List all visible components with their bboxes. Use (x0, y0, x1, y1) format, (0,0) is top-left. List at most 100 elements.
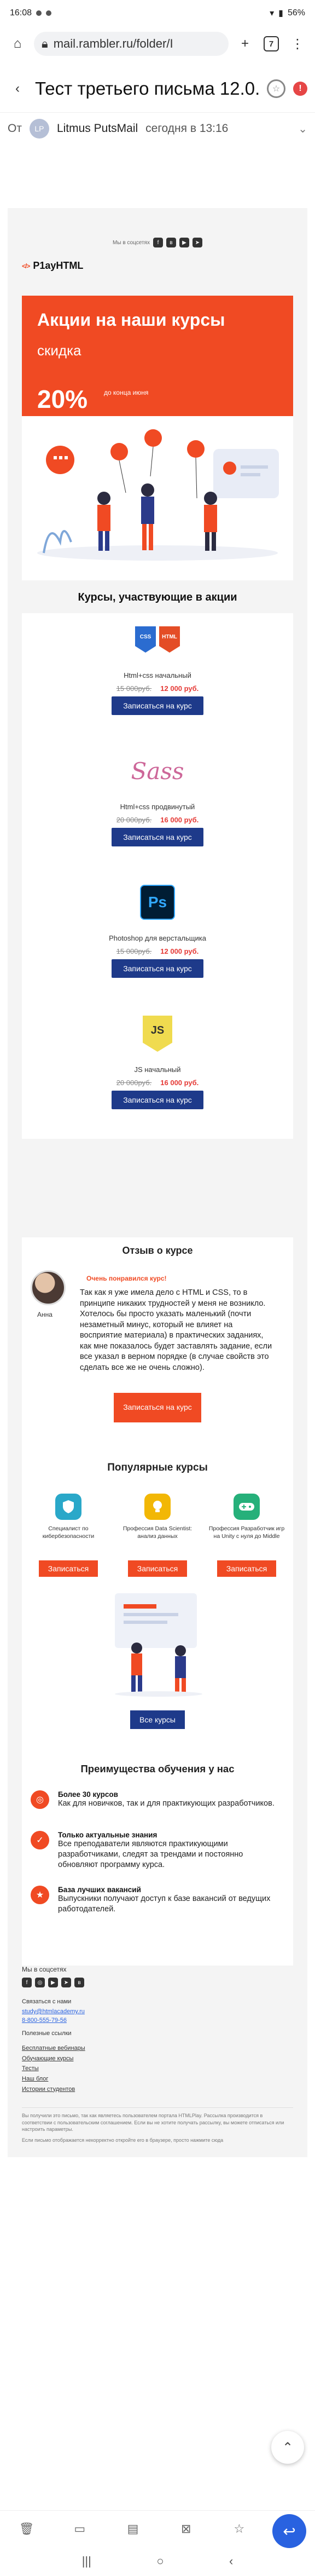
advantage-desc: Выпускники получают доступ к базе ваканс… (58, 1894, 271, 1914)
brand-logo[interactable]: </> P1ayHTML (22, 260, 83, 272)
home-circle-icon[interactable]: ○ (156, 2554, 164, 2568)
notification-icon (36, 10, 42, 16)
advantage-item: ★ База лучших вакансий Выпускники получа… (31, 1886, 284, 1915)
clock: 16:08 (10, 8, 32, 18)
telegram-icon[interactable]: ➤ (61, 1978, 71, 1987)
logo-mark-icon: </> (22, 262, 30, 270)
html-css-icon: CSS HTML (135, 618, 180, 661)
popular-courses-section: Популярные курсы Специалист по кибербезо… (22, 1445, 293, 1752)
course-card: JS JS начальный 20 000руб. 16 000 руб. З… (22, 1007, 293, 1139)
footer-link[interactable]: Бесплатные вебинары (22, 2043, 293, 2054)
youtube-icon[interactable]: ▶ (48, 1978, 58, 1987)
footer-phone[interactable]: 8-800-555-79-56 (22, 2017, 293, 2024)
instagram-icon[interactable]: ◎ (35, 1978, 45, 1987)
promo-discount-label: скидка (37, 342, 81, 359)
sender-name[interactable]: Litmus PutsMail (57, 122, 138, 135)
top-social-label: Мы в соцсетях (113, 239, 150, 246)
footer-links: Бесплатные вебинары Обучающие курсы Тест… (22, 2043, 293, 2094)
top-social-row: Мы в соцсетях f в ▶ ➤ (0, 235, 315, 250)
gamepad-icon (234, 1494, 260, 1520)
vk-icon[interactable]: в (74, 1978, 84, 1987)
from-label: От (8, 122, 22, 135)
document-icon[interactable]: ▭ (72, 2521, 88, 2537)
trash-icon[interactable]: 🗑︎ (19, 2521, 35, 2537)
popular-course-name: Специалист по кибербезопасности (42, 1525, 95, 1540)
reviewer-name: Анна (37, 1311, 52, 1318)
footer-link[interactable]: Истории студентов (22, 2084, 293, 2095)
enroll-button[interactable]: Записаться на курс (112, 828, 203, 846)
letter-body: Мы в соцсетях f в ▶ ➤ </> P1ayHTML Акции… (0, 153, 315, 2497)
hero-illustration (22, 416, 293, 580)
course-prices: 15 000руб. 12 000 руб. (22, 684, 293, 693)
popular-enroll-button[interactable]: Записаться (128, 1560, 187, 1577)
css3-icon: CSS (135, 626, 156, 653)
promo-banner: Акции на наши курсы скидка 20% до конца … (22, 296, 293, 416)
all-courses-button[interactable]: Все курсы (130, 1710, 185, 1729)
address-bar[interactable]: 🔒︎ mail.rambler.ru/folder/I (34, 32, 229, 56)
status-left: 16:08 (10, 8, 52, 18)
letter-footer: Мы в соцсетях f ◎ ▶ ➤ в Связаться с нами… (22, 1966, 293, 2143)
promo-deadline: до конца июня (104, 389, 149, 396)
review-section: Отзыв о курсе Анна Очень понравился курс… (22, 1237, 293, 1451)
archive-icon[interactable]: ⊠ (178, 2521, 194, 2537)
back-icon[interactable]: ‹ (229, 2554, 233, 2568)
footer-link[interactable]: Тесты (22, 2064, 293, 2074)
team-illustration (115, 1593, 202, 1697)
new-tab-button[interactable]: + (235, 34, 255, 54)
advantage-desc: Как для новичков, так и для практикующих… (58, 1799, 275, 1808)
facebook-icon[interactable]: f (22, 1978, 32, 1987)
promo-title: Акции на наши курсы (37, 310, 225, 330)
review-text: Так как я уже имела дело с HTML и CSS, т… (80, 1288, 272, 1372)
unread-mark-icon[interactable]: ! (293, 81, 307, 96)
status-right: ▾ ▮ 56% (270, 8, 305, 19)
lightbulb-icon (144, 1494, 171, 1520)
signal-icon: ▮ (278, 9, 283, 18)
enroll-button[interactable]: Записаться на курс (112, 959, 203, 978)
browser-menu-button[interactable]: ⋮ (288, 34, 307, 54)
recent-apps-icon[interactable]: ||| (82, 2554, 91, 2568)
youtube-icon[interactable]: ▶ (179, 238, 189, 247)
course-card: CSS HTML Html+css начальный 15 000руб. 1… (22, 613, 293, 745)
reply-button[interactable]: ↩ (272, 2514, 306, 2548)
mail-subject: Тест третьего письма 12.0. (35, 78, 259, 99)
lock-icon: 🔒︎ (42, 37, 48, 50)
promo-percent: 20% (37, 385, 88, 413)
telegram-icon[interactable]: ➤ (192, 238, 202, 247)
review-enroll-button[interactable]: Записаться на курс (114, 1393, 201, 1422)
system-navigation: ||| ○ ‹ (0, 2546, 315, 2576)
course-name: Photoshop для верстальщика (109, 934, 206, 942)
courses-count-icon: ◎ (31, 1790, 49, 1809)
chevron-down-icon[interactable]: ⌄ (298, 122, 307, 136)
star-outline-icon[interactable]: ☆ (231, 2521, 247, 2537)
footer-contact-title: Связаться с нами (22, 1998, 72, 2005)
vacancies-icon: ★ (31, 1886, 49, 1904)
home-icon[interactable]: ⌂ (8, 34, 27, 54)
enroll-button[interactable]: Записаться на курс (112, 1091, 203, 1109)
reviewer-avatar (31, 1270, 66, 1305)
facebook-icon[interactable]: f (153, 238, 163, 247)
status-bar: 16:08 ▾ ▮ 56% (0, 0, 315, 26)
vk-icon[interactable]: в (166, 238, 176, 247)
tabs-button[interactable]: 7 (261, 34, 281, 54)
footer-link[interactable]: Наш блог (22, 2074, 293, 2084)
folder-icon[interactable]: ▤ (125, 2521, 141, 2537)
footer-link[interactable]: Обучающие курсы (22, 2054, 293, 2064)
scroll-up-button[interactable]: ⌃ (271, 2431, 304, 2464)
footer-legal: Вы получили это письмо, так как являетес… (22, 2107, 293, 2132)
advantages-section: Преимущества обучения у нас ◎ Более 30 к… (22, 1741, 293, 1966)
enroll-button[interactable]: Записаться на курс (112, 696, 203, 715)
popular-course-name: Профессия Разработчик игр на Unity с нул… (208, 1525, 285, 1540)
message-icon (46, 10, 52, 16)
popular-course: Профессия Data Scientist: анализ данных … (116, 1494, 199, 1577)
advantage-heading: Более 30 курсов (58, 1790, 118, 1799)
popular-enroll-button[interactable]: Записаться (39, 1560, 98, 1577)
brand-name: P1ayHTML (33, 260, 84, 271)
back-arrow-icon[interactable]: ‹ (8, 79, 27, 99)
shield-icon (55, 1494, 81, 1520)
popular-enroll-button[interactable]: Записаться (217, 1560, 276, 1577)
footer-email[interactable]: study@htmlacademy.ru (22, 2008, 293, 2015)
advantage-heading: База лучших вакансий (58, 1886, 141, 1894)
new-price: 12 000 руб. (160, 947, 199, 955)
advantage-item: ✓ Только актуальные знания Все преподава… (31, 1831, 284, 1870)
star-icon[interactable]: ☆ (267, 79, 285, 98)
